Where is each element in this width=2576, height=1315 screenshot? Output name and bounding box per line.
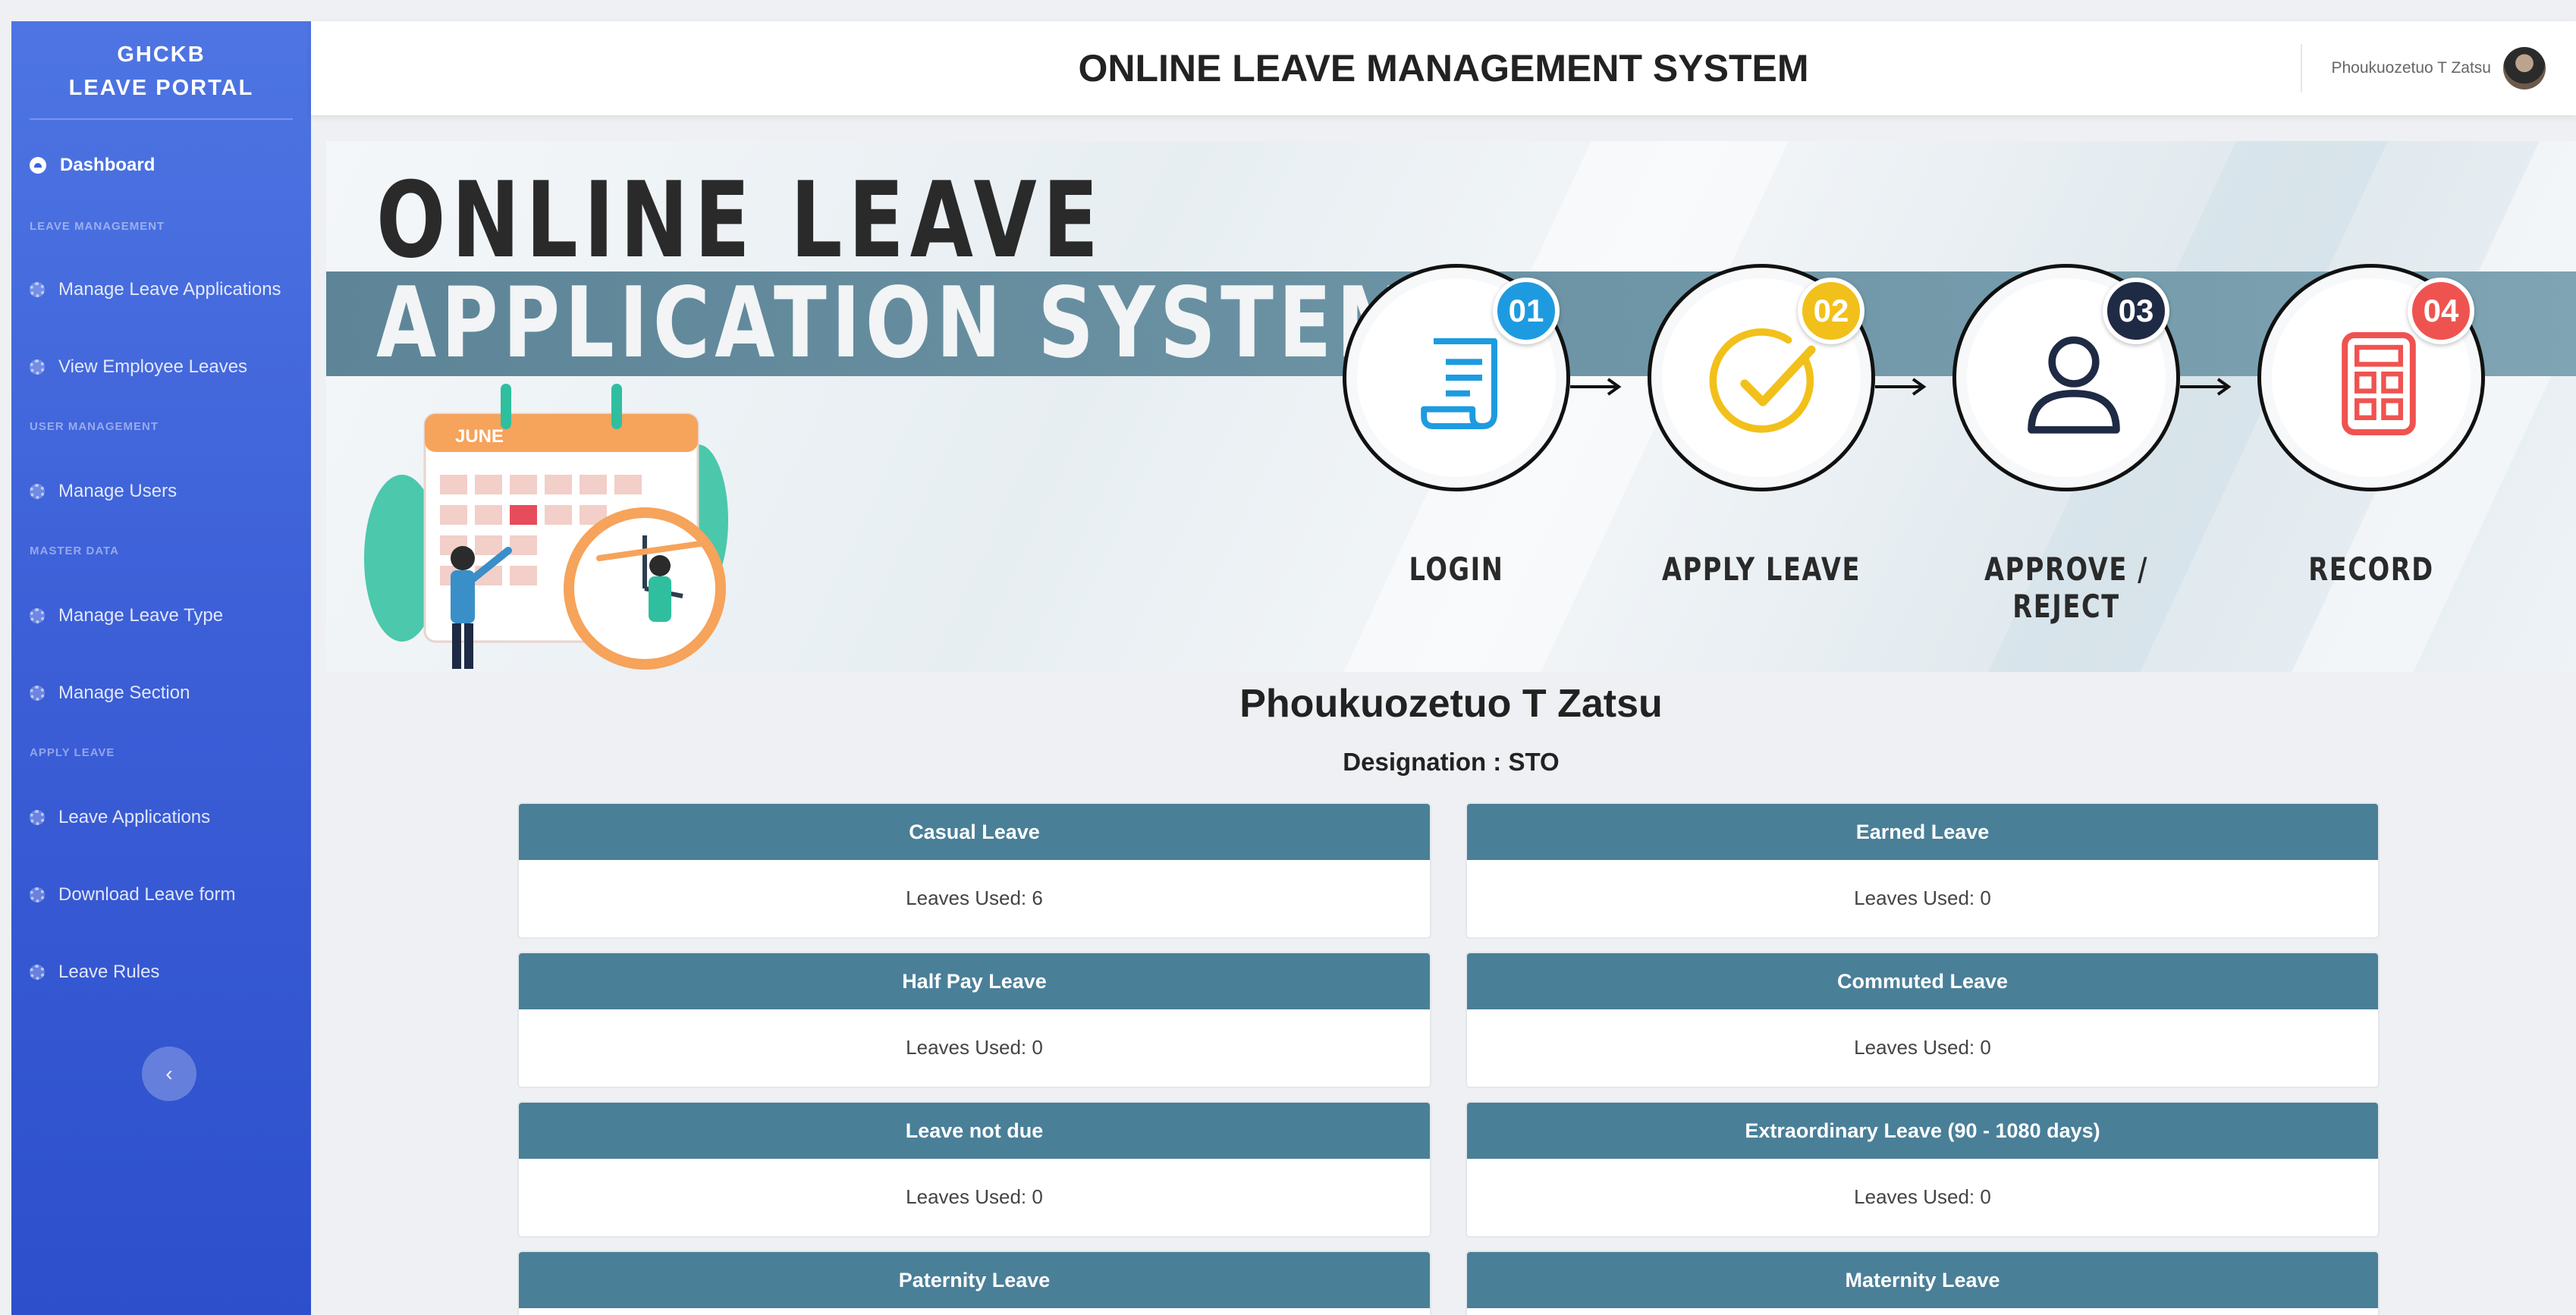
sidebar-divider (30, 118, 293, 120)
leave-card-used: Leaves Used: 0 (906, 1036, 1043, 1059)
sidebar-item-label: Manage Leave Type (58, 605, 224, 626)
leave-card-title: Extraordinary Leave (90 - 1080 days) (1467, 1103, 2378, 1159)
sidebar-toggle-button[interactable]: ‹ (142, 1047, 196, 1101)
sidebar-item-label: Leave Applications (58, 807, 211, 827)
arrow-right-icon (1570, 378, 1622, 396)
leave-card-extraordinary: Extraordinary Leave (90 - 1080 days) Lea… (1465, 1101, 2380, 1238)
sidebar-heading-apply-leave: APPLY LEAVE (30, 746, 115, 759)
step-number-badge: 03 (2103, 278, 2169, 344)
sidebar-brand[interactable]: GHCKB LEAVE PORTAL (11, 21, 311, 105)
leave-card-commuted: Commuted Leave Leaves Used: 0 (1465, 952, 2380, 1088)
user-menu[interactable]: Phoukuozetuo T Zatsu (2301, 44, 2546, 93)
step-login: 01 (1343, 264, 1570, 491)
sidebar-item-view-employee-leaves[interactable]: View Employee Leaves (30, 356, 247, 378)
leave-card-half-pay: Half Pay Leave Leaves Used: 0 (517, 952, 1431, 1088)
calendar-illustration: JUNE (364, 384, 728, 670)
app-root: GHCKB LEAVE PORTAL Dashboard LEAVE MANAG… (0, 0, 2576, 1315)
leave-card-used: Leaves Used: 0 (1854, 1036, 1991, 1059)
step-record: 04 (2257, 264, 2485, 491)
avatar (2503, 47, 2546, 89)
cog-icon (30, 359, 45, 375)
cog-icon (30, 887, 45, 902)
sidebar-item-manage-section[interactable]: Manage Section (30, 683, 190, 704)
leave-card-title: Paternity Leave (519, 1252, 1430, 1308)
cog-icon (30, 484, 45, 499)
leave-card-title: Half Pay Leave (519, 953, 1430, 1009)
sidebar-item-leave-rules[interactable]: Leave Rules (30, 962, 159, 983)
brand-line-1: GHCKB (117, 42, 206, 67)
step-apply-leave: 02 (1648, 264, 1875, 491)
cog-icon (30, 282, 45, 297)
step-label-login: LOGIN (1409, 551, 1504, 588)
step-label-apply-leave: APPLY LEAVE (1661, 551, 1861, 588)
check-circle-icon (1709, 328, 1816, 433)
user-icon (2028, 336, 2120, 434)
step-number-badge: 02 (1798, 278, 1864, 344)
sidebar-item-manage-leave-applications[interactable]: Manage Leave Applications (30, 279, 281, 300)
step-approve-reject: 03 (1952, 264, 2180, 491)
step-label-approve-reject: APPROVE / REJECT (1984, 551, 2149, 625)
sidebar-item-label: Manage Section (58, 683, 190, 703)
sidebar-item-leave-applications[interactable]: Leave Applications (30, 807, 210, 828)
leave-card-used: Leaves Used: 0 (906, 1185, 1043, 1208)
sidebar-item-label: Manage Leave Applications (58, 279, 281, 300)
sidebar-item-label: Leave Rules (58, 962, 160, 982)
leave-card-maternity: Maternity Leave (1465, 1251, 2380, 1315)
leave-card-used: Leaves Used: 6 (906, 887, 1043, 909)
calendar-month-label: JUNE (455, 426, 504, 447)
cog-icon (30, 608, 45, 623)
brand-line-2: LEAVE PORTAL (68, 76, 254, 100)
arrow-right-icon (2180, 378, 2232, 396)
document-scroll-icon (1421, 338, 1497, 429)
leave-card-title: Maternity Leave (1467, 1252, 2378, 1308)
chevron-left-icon: ‹ (165, 1062, 173, 1085)
sidebar-item-dashboard[interactable]: Dashboard (30, 155, 155, 176)
banner-title-line-1: ONLINE LEAVE (376, 159, 1104, 281)
banner-title-line-2: APPLICATION SYSTEM (376, 267, 1419, 380)
leave-card-title: Commuted Leave (1467, 953, 2378, 1009)
topbar: ONLINE LEAVE MANAGEMENT SYSTEM Phoukuoze… (311, 21, 2576, 115)
cog-icon (30, 810, 45, 825)
page-title: ONLINE LEAVE MANAGEMENT SYSTEM (1078, 47, 1809, 89)
sidebar-item-label: View Employee Leaves (58, 356, 248, 377)
hero-banner: ONLINE LEAVE APPLICATION SYSTEM JUNE 01 … (326, 141, 2576, 672)
sidebar-heading-user-management: USER MANAGEMENT (30, 420, 159, 433)
sidebar-item-manage-users[interactable]: Manage Users (30, 481, 177, 502)
sidebar-item-manage-leave-type[interactable]: Manage Leave Type (30, 605, 223, 626)
sidebar-heading-master-data: MASTER DATA (30, 545, 119, 557)
sidebar-item-download-leave-form[interactable]: Download Leave form (30, 884, 235, 905)
tachometer-icon (30, 157, 46, 174)
sidebar-item-label: Manage Users (58, 481, 177, 501)
sidebar-heading-leave-management: LEAVE MANAGEMENT (30, 220, 165, 233)
sidebar-item-label: Dashboard (60, 155, 156, 175)
leave-card-used: Leaves Used: 0 (1854, 1185, 1991, 1208)
calculator-icon (2342, 332, 2416, 435)
sidebar: GHCKB LEAVE PORTAL Dashboard LEAVE MANAG… (11, 21, 311, 1315)
employee-designation: Designation : STO (1343, 748, 1560, 776)
leave-card-paternity: Paternity Leave (517, 1251, 1431, 1315)
cog-icon (30, 686, 45, 701)
leave-card-title: Leave not due (519, 1103, 1430, 1159)
employee-name: Phoukuozetuo T Zatsu (1239, 682, 1663, 726)
step-number-badge: 01 (1493, 278, 1560, 344)
step-number-badge: 04 (2408, 278, 2474, 344)
leave-card-used: Leaves Used: 0 (1854, 887, 1991, 909)
cog-icon (30, 965, 45, 980)
leave-card-title: Casual Leave (519, 804, 1430, 860)
leave-card-not-due: Leave not due Leaves Used: 0 (517, 1101, 1431, 1238)
leave-card-title: Earned Leave (1467, 804, 2378, 860)
sidebar-item-label: Download Leave form (58, 884, 236, 905)
arrow-right-icon (1875, 378, 1927, 396)
leave-card-casual: Casual Leave Leaves Used: 6 (517, 802, 1431, 939)
leave-card-earned: Earned Leave Leaves Used: 0 (1465, 802, 2380, 939)
user-name: Phoukuozetuo T Zatsu (2331, 59, 2491, 77)
step-label-record: RECORD (2308, 551, 2434, 588)
